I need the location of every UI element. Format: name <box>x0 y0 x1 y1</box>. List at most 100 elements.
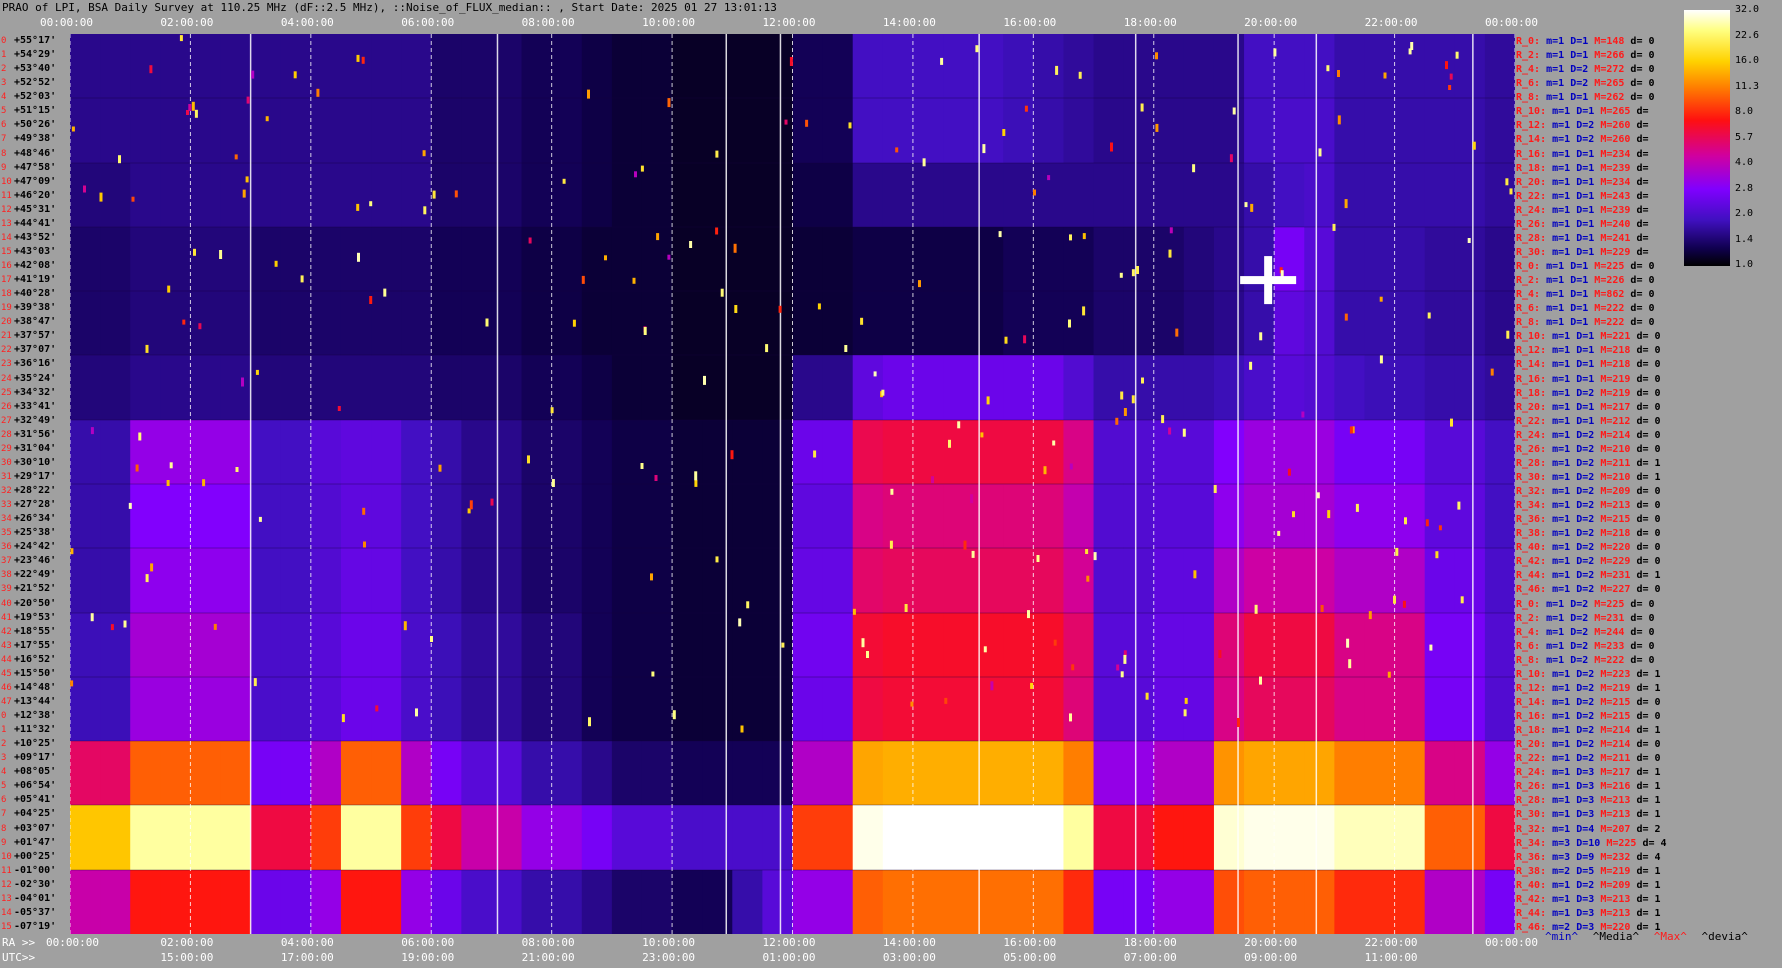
row-stat-field: M=227 <box>1600 584 1637 596</box>
heatmap-cell <box>1063 484 1095 549</box>
noise-speckle <box>1183 709 1187 717</box>
heatmap-cell <box>581 420 613 485</box>
noise-speckle <box>1460 596 1464 604</box>
heatmap-cell <box>1183 355 1215 421</box>
heatmap-cell <box>672 677 703 742</box>
dec-row-index: 18 <box>1 289 12 300</box>
heatmap-cell <box>70 677 101 742</box>
heatmap-cell <box>1394 613 1426 678</box>
noise-speckle <box>805 119 809 127</box>
row-stat-field: m=1 <box>1546 626 1571 638</box>
heatmap-cell <box>1274 805 1305 871</box>
heatmap-cell <box>310 548 342 614</box>
heatmap-cell <box>672 484 703 549</box>
heatmap-cell <box>461 741 493 806</box>
row-stat-field: m=1 <box>1546 289 1571 301</box>
row-stat-field: m=1 <box>1552 345 1577 357</box>
row-stat-field: m=2 <box>1552 865 1577 877</box>
row-stat-field: m=1 <box>1546 275 1571 287</box>
heatmap-cell <box>310 291 342 356</box>
row-stat-field: D=4 <box>1576 823 1601 835</box>
row-stat-field: m=1 <box>1552 457 1577 469</box>
row-stat-field: d= 4 <box>1636 851 1661 863</box>
heatmap-cell <box>1123 420 1155 485</box>
row-stat-field: M=225 <box>1594 261 1631 273</box>
heatmap-cell <box>1364 227 1396 292</box>
row-stat: R_34: m=1 D=2 M=213 d= 0 <box>1516 499 1661 512</box>
heatmap-cell <box>702 291 733 356</box>
heatmap-cell <box>1244 355 1275 421</box>
dec-label: +27°28' <box>14 499 57 511</box>
heatmap-cell <box>461 98 493 164</box>
dec-row-index: 5 <box>1 106 7 117</box>
noise-speckle <box>1033 189 1036 196</box>
heatmap-cell <box>1063 227 1095 292</box>
heatmap-cell <box>1454 291 1486 356</box>
dec-row-index: 11 <box>1 865 12 876</box>
heatmap-cell <box>1153 291 1185 356</box>
row-stat-field: d= <box>1636 246 1649 258</box>
noise-speckle <box>948 439 951 448</box>
heatmap-cell <box>912 870 944 934</box>
row-stat-field: D=1 <box>1576 190 1601 202</box>
noise-speckle <box>1053 639 1057 646</box>
heatmap-cell <box>1304 677 1335 742</box>
heatmap-cell <box>250 163 282 228</box>
noise-speckle <box>1287 468 1291 476</box>
heatmap-cell <box>762 355 794 421</box>
heatmap-cell <box>70 805 101 871</box>
noise-speckle <box>432 190 436 199</box>
heatmap-plot[interactable] <box>70 34 1515 934</box>
heatmap-cell <box>611 355 643 421</box>
heatmap-cell <box>1274 98 1305 164</box>
heatmap-cell <box>1334 420 1366 485</box>
heatmap-cell <box>641 420 673 485</box>
noise-speckle <box>1467 238 1471 243</box>
heatmap-cell <box>702 805 733 871</box>
heatmap-cell <box>220 805 252 871</box>
row-stat-field: M=219 <box>1600 387 1637 399</box>
noise-speckle <box>1182 428 1186 437</box>
heatmap-cell <box>1003 355 1034 421</box>
heatmap-cell <box>431 34 462 99</box>
row-stat-field: D=2 <box>1570 64 1595 76</box>
dec-label: +15°50' <box>14 667 57 679</box>
heatmap-cell <box>1394 805 1426 871</box>
noise-speckle <box>910 701 914 707</box>
row-stat-field: d= 0 <box>1630 598 1655 610</box>
heatmap-cell <box>1394 741 1426 806</box>
dec-row-index: 8 <box>1 823 7 834</box>
noise-speckle <box>667 98 671 108</box>
heatmap-cell <box>431 484 462 549</box>
heatmap-cell <box>852 227 884 292</box>
row-stat-field: m=1 <box>1552 232 1577 244</box>
heatmap-cell <box>732 741 763 806</box>
heatmap-cell <box>280 548 312 614</box>
noise-speckle <box>438 464 442 472</box>
heatmap-cell <box>641 548 673 614</box>
row-stat-field: D=3 <box>1576 809 1601 821</box>
noise-speckle <box>1349 426 1353 434</box>
dec-label: +40°28' <box>14 288 57 300</box>
heatmap-cell <box>1213 227 1245 292</box>
dec-label: +21°52' <box>14 583 57 595</box>
heatmap-cell <box>1334 805 1366 871</box>
heatmap-cell <box>1454 34 1486 99</box>
row-stat-field: d= 1 <box>1636 725 1661 737</box>
dec-label: +36°16' <box>14 358 57 370</box>
heatmap-cell <box>280 420 312 485</box>
heatmap-cell <box>100 98 131 164</box>
noise-speckle <box>485 318 489 327</box>
heatmap-cell <box>1123 291 1155 356</box>
heatmap-cell <box>581 355 613 421</box>
heatmap-cell <box>702 677 733 742</box>
dec-label: +23°46' <box>14 555 57 567</box>
heatmap-cell <box>310 484 342 549</box>
heatmap-cell <box>461 355 493 421</box>
row-stat: R_34: m=3 D=10 M=225 d= 4 <box>1516 837 1667 850</box>
noise-speckle <box>551 479 555 487</box>
heatmap-cell <box>1304 291 1335 356</box>
heatmap-cell <box>1274 291 1305 356</box>
dec-row-index: 10 <box>1 851 12 862</box>
noise-speckle <box>982 144 986 154</box>
